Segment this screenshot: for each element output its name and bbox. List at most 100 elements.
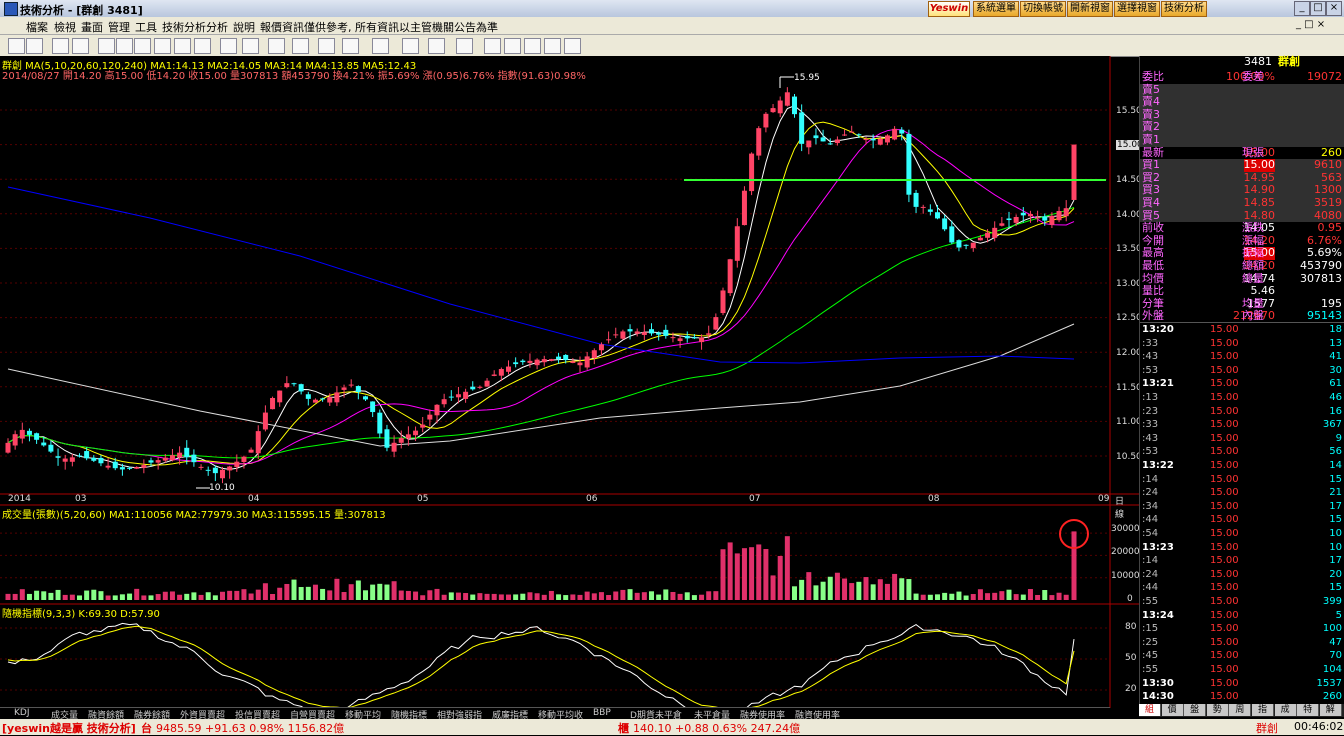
toolbar-tool-icon[interactable] bbox=[154, 38, 171, 54]
system-menu-button[interactable]: 系統選單 bbox=[973, 1, 1019, 17]
quote-tab[interactable]: 成 bbox=[1274, 704, 1297, 716]
toolbar-tool-icon[interactable] bbox=[524, 38, 541, 54]
candle bbox=[220, 469, 225, 479]
toolbar-tool-icon[interactable] bbox=[372, 38, 389, 54]
candle bbox=[427, 414, 433, 420]
volume-bar bbox=[298, 587, 304, 600]
toolbar-tool-icon[interactable] bbox=[242, 38, 259, 54]
toolbar-tool-icon[interactable] bbox=[174, 38, 191, 54]
tick-time: 13:24 bbox=[1142, 609, 1174, 621]
tick-price: 15.00 bbox=[1210, 500, 1239, 512]
quote-tab[interactable]: 盤 bbox=[1184, 704, 1207, 716]
quote-tab[interactable]: 價 bbox=[1161, 704, 1184, 716]
quote-tab[interactable]: 解 bbox=[1319, 704, 1342, 716]
period-label[interactable]: 日線 bbox=[1115, 494, 1124, 520]
toolbar-tool-icon[interactable] bbox=[544, 38, 561, 54]
toolbar-tool-icon[interactable] bbox=[292, 38, 309, 54]
toolbar-tool-icon[interactable] bbox=[134, 38, 151, 54]
brand-logo[interactable]: Yeswin bbox=[928, 1, 970, 17]
indicator-tab[interactable]: KDJ bbox=[14, 708, 30, 718]
toolbar-tool-icon[interactable] bbox=[484, 38, 501, 54]
volume-bar bbox=[134, 588, 140, 600]
menu-manage[interactable]: 管理 bbox=[108, 19, 130, 35]
volume-bar bbox=[820, 581, 826, 600]
tick-row: :24 15.00 21 bbox=[1140, 487, 1344, 500]
bar-info: 2014/08/27 開14.20 高15.00 低14.20 收15.00 量… bbox=[2, 71, 586, 82]
toolbar-tool-icon[interactable] bbox=[564, 38, 581, 54]
quote-row: 前收 14.05 漲跌 0.95 bbox=[1140, 222, 1344, 235]
toolbar-tool-icon[interactable] bbox=[194, 38, 211, 54]
menu-analysis[interactable]: 分析 bbox=[206, 19, 228, 35]
candle bbox=[556, 356, 562, 360]
switch-account-button[interactable]: 切換帳號 bbox=[1020, 1, 1066, 17]
tick-time: :45 bbox=[1142, 650, 1159, 662]
volume-bar bbox=[520, 593, 526, 600]
toolbar-tool-icon[interactable] bbox=[52, 38, 69, 54]
volume-bar bbox=[370, 584, 376, 600]
tick-time: 13:23 bbox=[1142, 541, 1174, 553]
select-window-button[interactable]: 選擇視窗 bbox=[1114, 1, 1160, 17]
quote-tab[interactable]: 特 bbox=[1297, 704, 1320, 716]
quote-label2: 總額 bbox=[1242, 259, 1264, 272]
window-titlebar: 技術分析 - [群創 3481] Yeswin 系統選單 切換帳號 開新視窗 選… bbox=[0, 0, 1344, 17]
toolbar-tool-icon[interactable] bbox=[98, 38, 115, 54]
candle bbox=[541, 359, 547, 363]
candle bbox=[341, 387, 347, 390]
ma-line bbox=[7, 105, 1075, 470]
tick-volume: 15 bbox=[1329, 473, 1342, 485]
new-window-button[interactable]: 開新視窗 bbox=[1067, 1, 1113, 17]
toolbar-tool-icon[interactable] bbox=[342, 38, 359, 54]
toolbar-tool-icon[interactable] bbox=[318, 38, 335, 54]
tick-price: 15.00 bbox=[1210, 419, 1239, 431]
menu-screen[interactable]: 畫面 bbox=[81, 19, 103, 35]
tick-row: :13 15.00 46 bbox=[1140, 392, 1344, 405]
quote-tab[interactable]: 周 bbox=[1229, 704, 1252, 716]
toolbar-tool-icon[interactable] bbox=[8, 38, 25, 54]
candle bbox=[41, 442, 47, 446]
quote-tab[interactable]: 指 bbox=[1252, 704, 1274, 716]
tick-row: :54 15.00 10 bbox=[1140, 528, 1344, 541]
candle bbox=[98, 457, 104, 464]
menu-help[interactable]: 說明 bbox=[233, 19, 255, 35]
high-label: 15.95 bbox=[794, 73, 820, 83]
menu-file[interactable]: 檔案 bbox=[26, 19, 48, 35]
menu-view[interactable]: 檢視 bbox=[54, 19, 76, 35]
candle bbox=[584, 356, 590, 368]
candle bbox=[1056, 210, 1062, 221]
menu-tools[interactable]: 工具 bbox=[135, 19, 157, 35]
volume-bar bbox=[1020, 594, 1026, 600]
toolbar-tool-icon[interactable] bbox=[72, 38, 89, 54]
toolbar-tool-icon[interactable] bbox=[428, 38, 445, 54]
volume-bar bbox=[591, 593, 597, 600]
toolbar-tool-icon[interactable] bbox=[116, 38, 133, 54]
status-brand: [yeswin越是贏 技術分析] bbox=[2, 722, 136, 735]
toolbar-tool-icon[interactable] bbox=[456, 38, 473, 54]
maximize-icon[interactable]: □ bbox=[1310, 1, 1326, 16]
volume-bar bbox=[212, 595, 218, 600]
tick-price: 15.00 bbox=[1210, 473, 1239, 485]
minimize-icon[interactable]: _ bbox=[1294, 1, 1310, 16]
close-icon[interactable]: × bbox=[1326, 1, 1342, 16]
indicator-tab[interactable]: BBP bbox=[593, 708, 611, 718]
volume-bar bbox=[184, 593, 190, 600]
quote-tab[interactable]: 勢 bbox=[1206, 704, 1229, 716]
candle bbox=[813, 135, 819, 139]
toolbar-tool-icon[interactable] bbox=[402, 38, 419, 54]
quote-value: 15.00 bbox=[1243, 158, 1275, 172]
toolbar-tool-icon[interactable] bbox=[268, 38, 285, 54]
quote-tab[interactable]: 組 bbox=[1139, 704, 1161, 716]
toolbar-tool-icon[interactable] bbox=[504, 38, 521, 54]
volume-bar bbox=[448, 592, 454, 600]
candle bbox=[284, 383, 290, 388]
tech-analysis-button[interactable]: 技術分析 bbox=[1161, 1, 1207, 17]
candle bbox=[184, 447, 190, 458]
mdi-controls[interactable]: _ □ × bbox=[1296, 19, 1325, 30]
candle bbox=[949, 226, 955, 243]
vol-tick: 0 bbox=[1127, 594, 1133, 604]
candle bbox=[591, 350, 597, 359]
toolbar-tool-icon[interactable] bbox=[220, 38, 237, 54]
tick-price: 15.00 bbox=[1210, 596, 1239, 607]
toolbar-tool-icon[interactable] bbox=[26, 38, 43, 54]
candle bbox=[741, 190, 747, 226]
menu-tech-analysis[interactable]: 技術分析 bbox=[162, 19, 206, 35]
